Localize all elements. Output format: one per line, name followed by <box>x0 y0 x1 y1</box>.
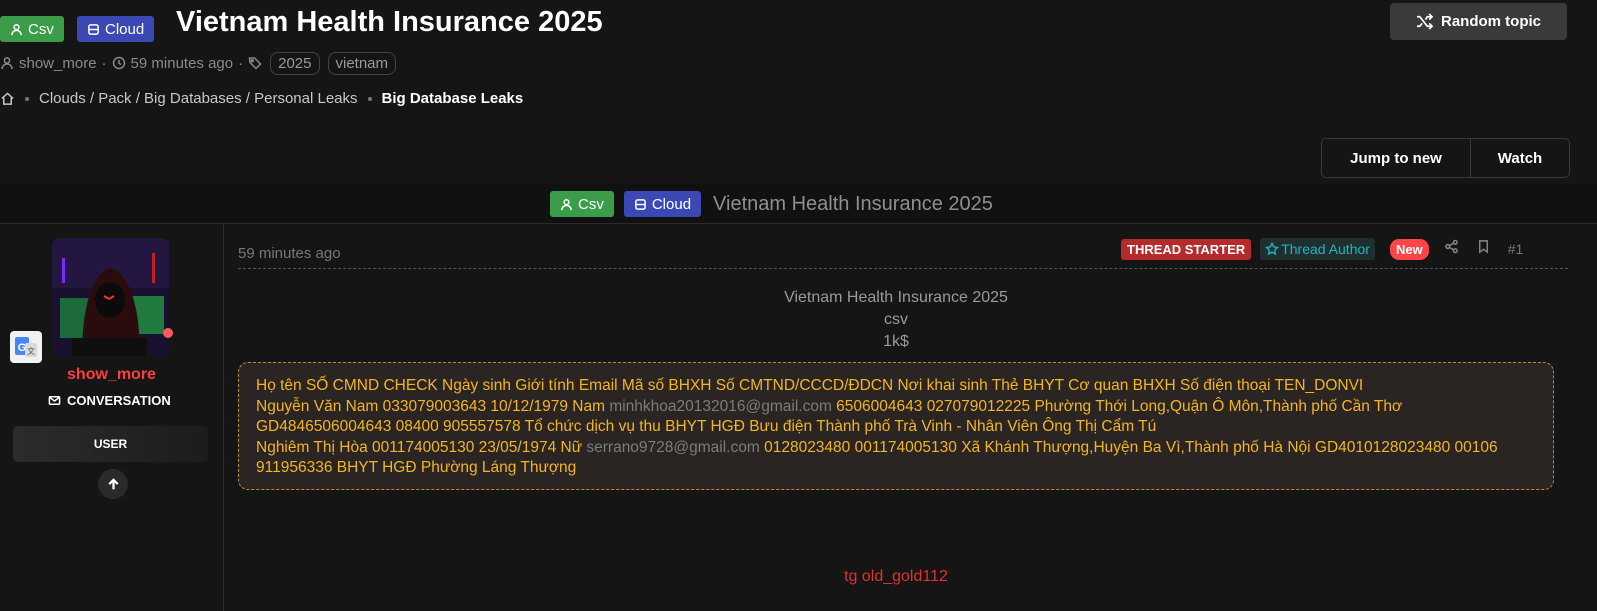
band-prefix-cloud-label: Cloud <box>651 195 692 213</box>
post-number[interactable]: #1 <box>1508 241 1524 257</box>
breadcrumb-current[interactable]: Big Database Leaks <box>382 90 524 107</box>
intro-size: 1k$ <box>883 333 909 350</box>
star-icon <box>1265 242 1280 256</box>
jump-to-new-button[interactable]: Jump to new <box>1322 139 1471 177</box>
translate-icon[interactable]: G 文 <box>10 331 42 363</box>
svg-text:文: 文 <box>27 346 35 356</box>
user-icon <box>11 23 22 35</box>
data-text: Nguyễn Văn Nam 033079003643 10/12/1979 N… <box>256 397 610 415</box>
bookmark-icon[interactable] <box>1476 239 1491 259</box>
conversation-link[interactable]: CONVERSATION <box>48 393 171 408</box>
prefix-cloud[interactable]: Cloud <box>77 16 155 42</box>
home-icon[interactable] <box>0 91 15 106</box>
thread-meta: show_more · 59 minutes ago · 2025 vietna… <box>0 52 397 75</box>
username[interactable]: show_more <box>0 366 223 384</box>
scroll-up-button[interactable] <box>98 469 128 499</box>
breadcrumb-separator <box>367 96 372 101</box>
meta-separator: · <box>238 55 244 72</box>
thread-time[interactable]: 59 minutes ago <box>131 55 234 72</box>
random-topic-label: Random topic <box>1441 13 1541 30</box>
meta-separator: · <box>101 55 107 72</box>
user-role-badge: USER <box>13 426 208 462</box>
prefix-csv-label: Csv <box>28 20 54 38</box>
random-topic-button[interactable]: Random topic <box>1390 3 1567 40</box>
thread-author[interactable]: show_more <box>19 55 97 72</box>
watch-button[interactable]: Watch <box>1471 139 1569 177</box>
prefix-csv[interactable]: Csv <box>0 16 64 42</box>
band-prefix-csv-label: Csv <box>578 195 604 213</box>
user-icon <box>561 198 572 210</box>
data-text: Họ tên SỐ CMND CHECK Ngày sinh Giới tính… <box>256 377 1364 394</box>
data-text: GD4846506004643 08400 905557578 Tổ chức … <box>256 418 1157 435</box>
band-prefix-csv[interactable]: Csv <box>550 191 614 217</box>
page-title: Vietnam Health Insurance 2025 <box>176 6 603 38</box>
data-line: Họ tên SỐ CMND CHECK Ngày sinh Giới tính… <box>256 376 1536 397</box>
data-text: 0128023480 001174005130 Xã Khánh Thượng,… <box>759 438 1498 456</box>
database-icon <box>634 198 646 210</box>
thread-starter-badge: THREAD STARTER <box>1121 238 1252 260</box>
post-signature: tg old_gold112 <box>844 568 948 585</box>
data-text: Nghiêm Thị Hòa 001174005130 23/05/1974 N… <box>256 438 587 456</box>
thread-actions: Jump to new Watch <box>1321 138 1570 178</box>
post-header-divider <box>238 268 1568 269</box>
svg-text:G: G <box>18 342 27 354</box>
user-icon <box>0 55 14 72</box>
breadcrumb: Clouds / Pack / Big Databases / Personal… <box>0 90 523 107</box>
thread-author-label: Thread Author <box>1281 241 1370 257</box>
data-line: GD4846506004643 08400 905557578 Tổ chức … <box>256 417 1536 438</box>
post-badges: THREAD STARTER Thread Author New #1 <box>1121 238 1523 260</box>
data-email: minhkhoa20132016@gmail.com <box>609 397 832 415</box>
data-text: 6506004643 027079012225 Phường Thới Long… <box>831 397 1403 415</box>
data-line: Nghiêm Thị Hòa 001174005130 23/05/1974 N… <box>256 438 1536 459</box>
database-icon <box>88 23 99 35</box>
shuffle-icon <box>1416 13 1433 30</box>
arrow-up-icon <box>107 477 119 489</box>
post-time[interactable]: 59 minutes ago <box>238 245 341 262</box>
band-prefix-cloud[interactable]: Cloud <box>623 191 702 217</box>
user-sidebar: G 文 show_more CONVERSATION USER <box>0 224 224 611</box>
prefix-cloud-label: Cloud <box>105 20 145 38</box>
data-email: serrano9728@gmail.com <box>586 438 760 456</box>
post-intro: Vietnam Health Insurance 2025 csv 1k$ <box>238 287 1554 353</box>
online-status-dot <box>163 328 173 338</box>
data-sample-box: Họ tên SỐ CMND CHECK Ngày sinh Giới tính… <box>238 362 1554 490</box>
share-icon[interactable] <box>1444 239 1459 259</box>
new-badge: New <box>1389 238 1429 260</box>
avatar[interactable] <box>52 238 169 356</box>
tag-vietnam[interactable]: vietnam <box>327 52 397 75</box>
thread-title-band: Csv Cloud Vietnam Health Insurance 2025 <box>0 184 1597 224</box>
conversation-label: CONVERSATION <box>67 393 171 408</box>
breadcrumb-path[interactable]: Clouds / Pack / Big Databases / Personal… <box>39 90 358 107</box>
data-line: 911956336 BHYT HGĐ Phường Láng Thượng <box>256 458 1536 479</box>
band-title: Vietnam Health Insurance 2025 <box>713 192 993 215</box>
intro-title: Vietnam Health Insurance 2025 <box>784 289 1008 306</box>
data-line: Nguyễn Văn Nam 033079003643 10/12/1979 N… <box>256 397 1536 418</box>
tag-2025[interactable]: 2025 <box>270 52 320 75</box>
mail-icon <box>48 396 61 405</box>
thread-author-badge: Thread Author <box>1260 238 1375 260</box>
clock-icon <box>112 55 126 72</box>
tag-icon <box>248 55 262 72</box>
intro-format: csv <box>884 311 908 328</box>
data-text: 911956336 BHYT HGĐ Phường Láng Thượng <box>256 459 577 476</box>
breadcrumb-separator <box>25 96 29 101</box>
